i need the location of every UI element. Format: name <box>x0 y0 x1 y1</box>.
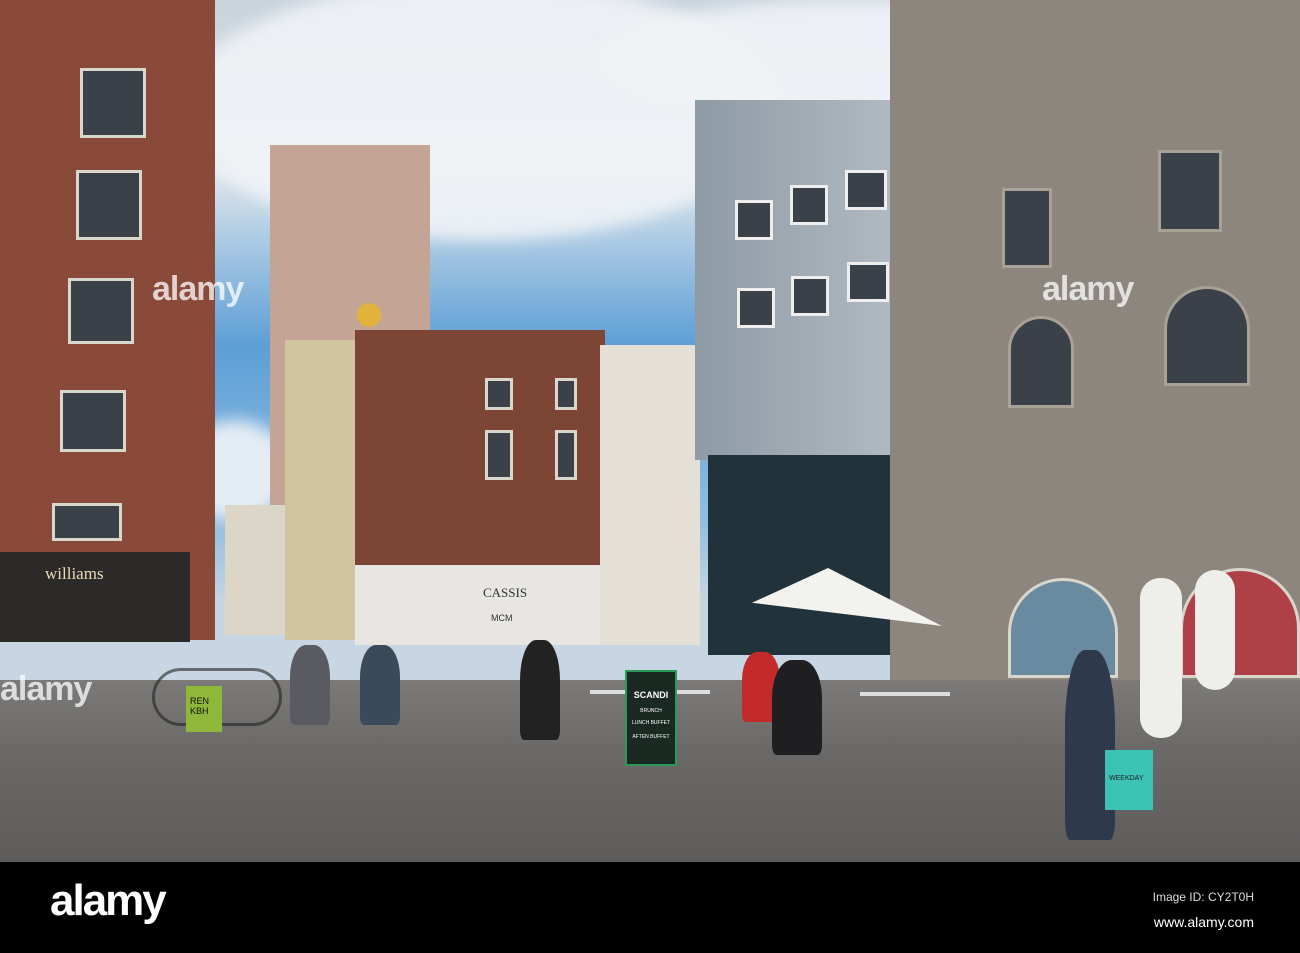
street-photo: williams CASSIS MCM WEEKDAY REN KBH SCAN… <box>0 0 1300 862</box>
corner-brick-building <box>355 330 605 570</box>
williams-storefront: williams <box>0 552 190 642</box>
bin-label: REN KBH <box>190 696 210 716</box>
yellow-building <box>285 340 365 640</box>
shopper-woman <box>1065 650 1115 840</box>
board-title: SCANDI <box>633 690 669 700</box>
cassis-storefront: CASSIS MCM <box>355 565 605 645</box>
board-line: BRUNCH <box>640 708 662 714</box>
cafe-table <box>860 692 950 696</box>
image-id: Image ID: CY2T0H <box>1152 890 1254 904</box>
trash-bin: REN KBH <box>186 686 222 732</box>
bag-label: WEEKDAY <box>1109 775 1144 782</box>
closed-umbrella <box>1195 570 1235 690</box>
board-line: AFTEN BUFFET <box>632 734 670 740</box>
menu-board: SCANDI BRUNCH LUNCH BUFFET AFTEN BUFFET <box>625 670 677 766</box>
brick-building-left <box>0 0 215 640</box>
clock-icon <box>357 303 381 327</box>
watermark: alamy <box>1042 270 1134 308</box>
watermark: alamy <box>0 670 92 708</box>
footer-bar: alamy Image ID: CY2T0H www.alamy.com <box>0 862 1300 953</box>
person-dark <box>772 660 822 755</box>
person-sitting <box>360 645 400 725</box>
board-line: LUNCH BUFFET <box>631 720 671 726</box>
glass-office-building <box>695 100 920 460</box>
glass-building-ground-floor <box>708 455 920 655</box>
cassis-sign: CASSIS <box>483 585 528 600</box>
alamy-logo: alamy <box>50 876 167 925</box>
waiter <box>520 640 560 740</box>
watermark: alamy <box>152 270 244 308</box>
williams-sign: williams <box>45 564 104 583</box>
white-building <box>600 345 700 645</box>
alamy-url[interactable]: www.alamy.com <box>1154 914 1254 930</box>
shopping-bag: WEEKDAY <box>1105 750 1153 810</box>
closed-umbrella <box>1140 578 1182 738</box>
person-sitting <box>290 645 330 725</box>
mcm-sign: MCM <box>491 613 513 623</box>
stone-building <box>890 0 1300 690</box>
